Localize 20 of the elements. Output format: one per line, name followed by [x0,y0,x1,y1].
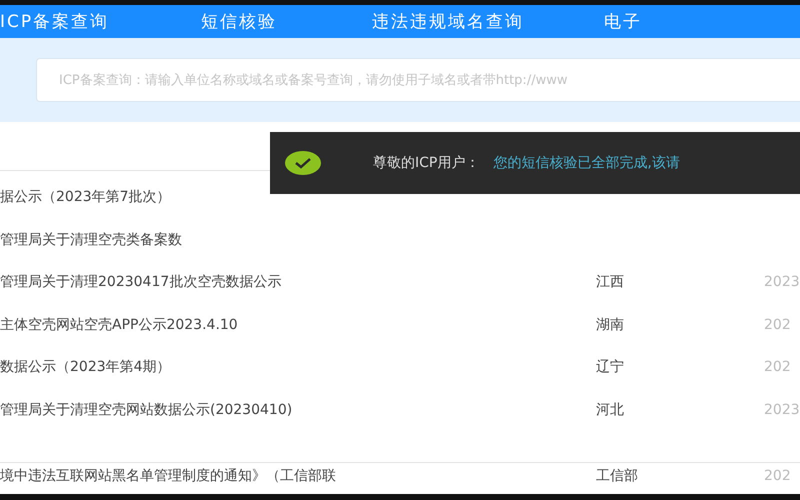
check-icon [285,151,321,175]
region-text: 江西 [596,273,625,292]
notice-link[interactable]: 管理局关于清理空壳类备案数 [0,230,596,249]
notice-link[interactable]: 数据公示（2023年第4期） [0,358,596,376]
search-field[interactable]: ICP备案查询：请输入单位名称或域名或备案号查询，请勿使用子域名或者带http://www [36,58,800,102]
notice-link[interactable]: 境中违法互联网站黑名单管理制度的通知》（工信部联 [0,467,596,485]
region-text: 工信部 [596,467,639,485]
region-text: 辽宁 [596,358,625,376]
toast-greeting: 尊敬的ICP用户： [373,154,480,172]
date-text: 2023 [764,402,800,418]
date-text: 202 [764,359,791,376]
toast-message: 您的短信核验已全部完成,该请 [493,154,680,172]
notice-link[interactable]: 管理局关于清理空壳网站数据公示(20230410) [0,400,596,419]
date-text: 202 [764,316,791,333]
notice-link[interactable]: 主体空壳网站空壳APP公示2023.4.10 [0,316,596,334]
region-text: 河北 [596,400,625,419]
notice-link[interactable]: 管理局关于清理20230417批次空壳数据公示 [0,273,596,292]
date-text: 202 [764,468,791,484]
region-text: 湖南 [596,316,625,334]
date-text: 2023 [764,274,800,290]
